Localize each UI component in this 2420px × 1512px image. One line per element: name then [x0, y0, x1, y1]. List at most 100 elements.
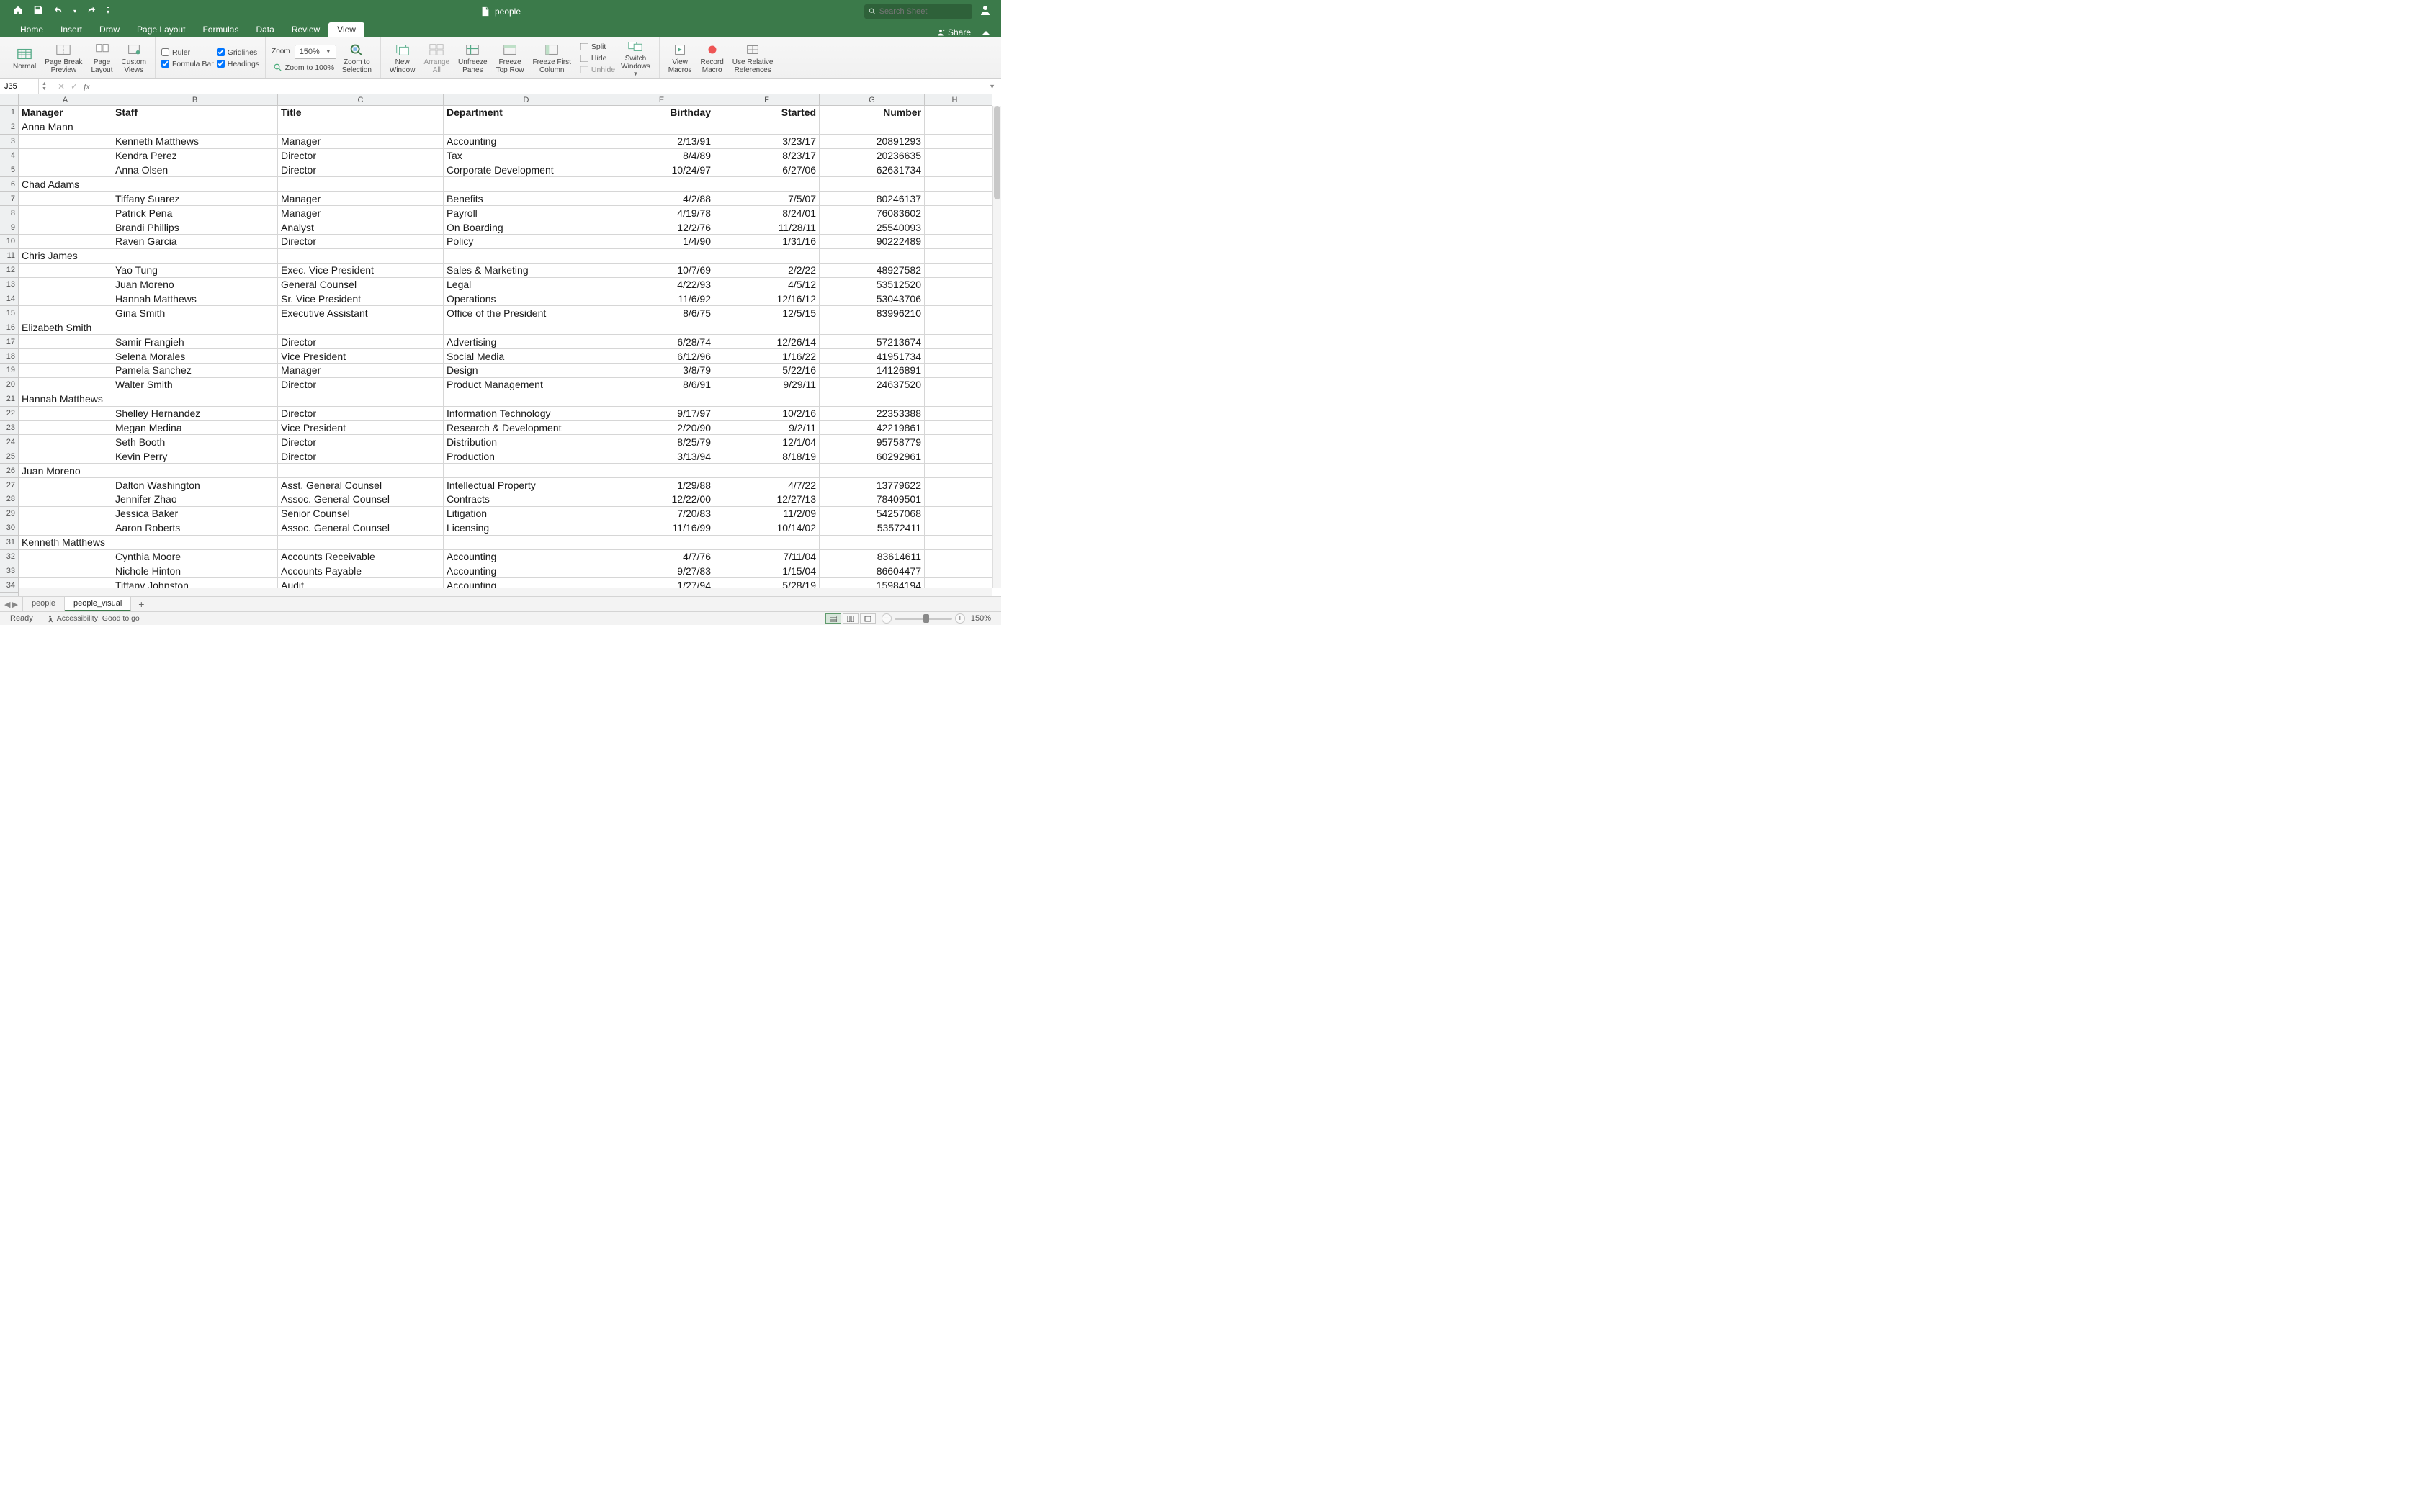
cell[interactable] — [19, 492, 112, 506]
use-relative-button[interactable]: Use Relative References — [730, 40, 776, 76]
zoom-slider-thumb[interactable] — [923, 614, 929, 623]
home-icon[interactable] — [13, 5, 23, 17]
cell[interactable]: Manager — [278, 206, 444, 220]
cell[interactable]: Production — [444, 449, 609, 463]
cell[interactable]: Started — [714, 106, 820, 120]
cell[interactable]: Director — [278, 163, 444, 177]
cell[interactable] — [925, 550, 985, 564]
cell[interactable]: Office of the President — [444, 306, 609, 320]
cell[interactable] — [925, 292, 985, 306]
cell[interactable]: Director — [278, 235, 444, 248]
cell[interactable] — [925, 478, 985, 492]
cell[interactable]: Sr. Vice President — [278, 292, 444, 306]
cell[interactable]: 7/5/07 — [714, 192, 820, 205]
cell[interactable]: 60292961 — [820, 449, 925, 463]
row-header-34[interactable]: 34 — [0, 578, 18, 593]
cell[interactable]: 78409501 — [820, 492, 925, 506]
cell[interactable]: 11/16/99 — [609, 521, 714, 535]
view-page-break[interactable]: Page Break Preview — [42, 40, 85, 76]
cell[interactable] — [925, 407, 985, 420]
toggle-ruler[interactable]: Ruler — [161, 48, 214, 57]
cell[interactable]: Information Technology — [444, 407, 609, 420]
cell[interactable]: Kevin Perry — [112, 449, 278, 463]
cell[interactable]: Department — [444, 106, 609, 120]
cell[interactable]: Hannah Matthews — [112, 292, 278, 306]
row-header-31[interactable]: 31 — [0, 536, 18, 550]
cell[interactable] — [19, 421, 112, 435]
cell[interactable]: 11/28/11 — [714, 220, 820, 234]
cell[interactable] — [714, 392, 820, 406]
cell[interactable]: 25540093 — [820, 220, 925, 234]
cell[interactable] — [19, 306, 112, 320]
user-icon[interactable] — [980, 4, 991, 18]
cell[interactable] — [444, 464, 609, 477]
cell[interactable] — [925, 421, 985, 435]
search-sheet[interactable] — [864, 4, 972, 19]
cell[interactable]: Vice President — [278, 421, 444, 435]
cell[interactable] — [19, 192, 112, 205]
col-header-G[interactable]: G — [820, 94, 925, 105]
cell[interactable]: 53043706 — [820, 292, 925, 306]
tab-draw[interactable]: Draw — [91, 22, 128, 37]
cell[interactable]: Social Media — [444, 349, 609, 363]
tab-page-layout[interactable]: Page Layout — [128, 22, 194, 37]
cell[interactable]: 57213674 — [820, 335, 925, 348]
cell[interactable]: Anna Olsen — [112, 163, 278, 177]
cell[interactable]: Accounting — [444, 564, 609, 578]
cell[interactable] — [925, 507, 985, 521]
cell[interactable]: 90222489 — [820, 235, 925, 248]
cell[interactable]: Assoc. General Counsel — [278, 521, 444, 535]
cell[interactable] — [820, 392, 925, 406]
cell[interactable]: Licensing — [444, 521, 609, 535]
cell[interactable] — [925, 249, 985, 263]
cell[interactable]: Gina Smith — [112, 306, 278, 320]
cell[interactable] — [820, 536, 925, 549]
qat-dropdown-icon[interactable]: ▾ — [73, 8, 76, 14]
row-header-28[interactable]: 28 — [0, 492, 18, 507]
cell[interactable]: Juan Moreno — [112, 278, 278, 292]
cell[interactable]: Accounts Payable — [278, 564, 444, 578]
cell[interactable]: Contracts — [444, 492, 609, 506]
name-box-spinner[interactable]: ▲▼ — [39, 79, 50, 94]
cell[interactable]: 53512520 — [820, 278, 925, 292]
col-header-F[interactable]: F — [714, 94, 820, 105]
cell[interactable]: Product Management — [444, 378, 609, 392]
cell[interactable]: Title — [278, 106, 444, 120]
sheet-prev-icon[interactable]: ◀ — [4, 600, 10, 609]
cell[interactable] — [925, 349, 985, 363]
cell[interactable]: Selena Morales — [112, 349, 278, 363]
cancel-icon[interactable]: ✕ — [58, 81, 65, 91]
cell[interactable]: Advertising — [444, 335, 609, 348]
cell[interactable] — [925, 135, 985, 148]
cell[interactable]: Corporate Development — [444, 163, 609, 177]
formula-bar-expand-icon[interactable]: ▼ — [989, 83, 1001, 90]
cell[interactable]: 12/1/04 — [714, 435, 820, 449]
view-page-break-button[interactable] — [860, 613, 876, 624]
cell[interactable]: 2/20/90 — [609, 421, 714, 435]
cell[interactable] — [278, 120, 444, 134]
name-box[interactable]: J35 — [0, 79, 39, 94]
cell[interactable] — [19, 407, 112, 420]
cell[interactable] — [925, 449, 985, 463]
cell[interactable]: 80246137 — [820, 192, 925, 205]
cell[interactable]: 4/5/12 — [714, 278, 820, 292]
zoom-100[interactable]: Zoom to 100% — [274, 63, 334, 72]
cell[interactable]: 9/17/97 — [609, 407, 714, 420]
cell[interactable] — [19, 335, 112, 348]
row-header-19[interactable]: 19 — [0, 364, 18, 378]
cell[interactable] — [19, 507, 112, 521]
cell[interactable] — [925, 464, 985, 477]
zoom-to-selection[interactable]: Zoom to Selection — [339, 40, 375, 76]
cell[interactable]: 12/16/12 — [714, 292, 820, 306]
cell[interactable]: 1/31/16 — [714, 235, 820, 248]
row-header-27[interactable]: 27 — [0, 478, 18, 492]
cell[interactable] — [925, 521, 985, 535]
cell[interactable]: Accounting — [444, 135, 609, 148]
tab-insert[interactable]: Insert — [52, 22, 91, 37]
row-header-23[interactable]: 23 — [0, 421, 18, 436]
cell[interactable]: Distribution — [444, 435, 609, 449]
cell[interactable] — [925, 120, 985, 134]
share-button[interactable]: Share — [936, 27, 971, 37]
cell[interactable]: 48927582 — [820, 264, 925, 277]
cell[interactable] — [278, 536, 444, 549]
